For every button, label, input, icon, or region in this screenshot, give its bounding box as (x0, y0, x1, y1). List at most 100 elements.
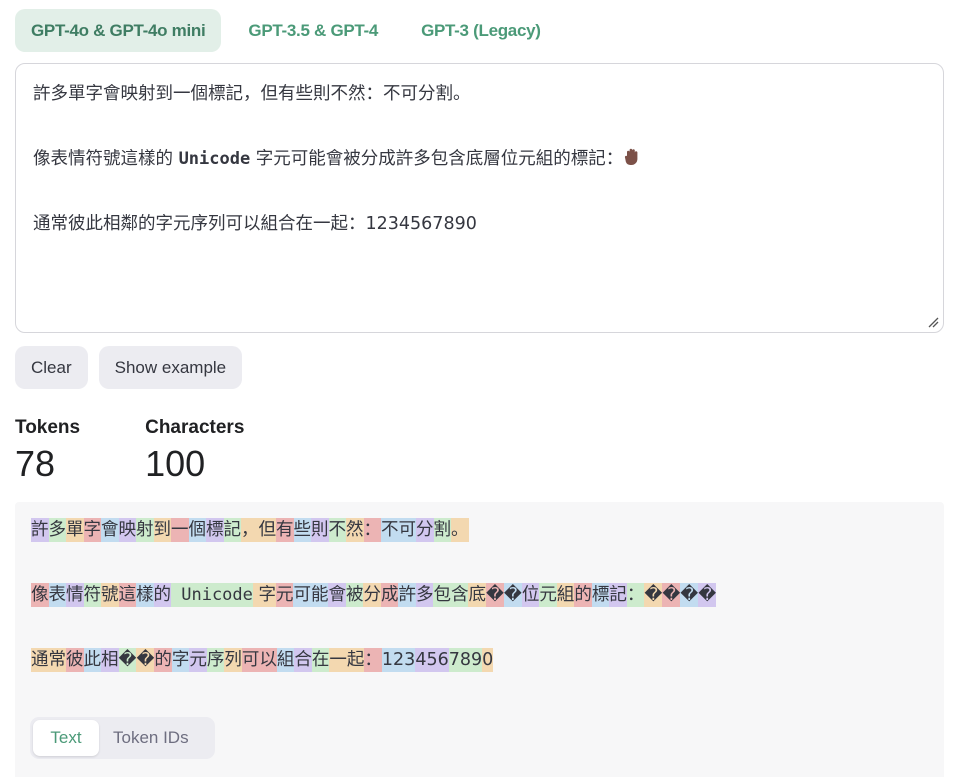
token: 的 (154, 648, 172, 672)
input-line-2: 像表情符號這樣的 Unicode 字元可能會被分成許多包含底層位元組的標記： (33, 143, 926, 176)
action-buttons: Clear Show example (15, 346, 243, 389)
token: 號 (101, 583, 119, 607)
token: 像 (31, 583, 49, 607)
input-line-1: 許多單字會映射到一個標記，但有些則不然：不可分割。 (33, 84, 471, 104)
token: 123 (381, 648, 416, 672)
token: 許 (31, 518, 49, 542)
text-input[interactable]: 許多單字會映射到一個標記，但有些則不然：不可分割。 像表情符號這樣的 Unico… (15, 63, 944, 333)
token: 到 (153, 518, 171, 542)
token: � (644, 583, 663, 607)
token: 彼 (66, 648, 84, 672)
token: 射 (136, 518, 154, 542)
tab-gpt-4o[interactable]: GPT-4o & GPT-4o mini (15, 9, 222, 52)
token: 字 (83, 518, 101, 542)
token: 映 (118, 518, 136, 542)
token: 序 (206, 648, 225, 672)
token: � (680, 583, 699, 607)
token: 記 (223, 518, 241, 542)
tokens-stat: Tokens 78 (15, 414, 80, 486)
token: 通常 (31, 648, 66, 672)
token: ： (626, 583, 645, 607)
token: 記 (609, 583, 627, 607)
token: 成 (380, 583, 399, 607)
token: 則 (311, 518, 329, 542)
token: 表 (48, 583, 66, 607)
token: 不 (328, 518, 346, 542)
view-toggle: Text Token IDs (30, 717, 215, 759)
token: � (118, 648, 137, 672)
tokenized-lines: 許多單字會映射到一個標記，但有些則不然：不可分割。像表情符號這樣的 Unicod… (31, 518, 928, 672)
input-line-2-unicode: Unicode (178, 149, 251, 169)
token: 被 (345, 583, 364, 607)
token: 列 (224, 648, 242, 672)
token: 元 (539, 583, 557, 607)
stats: Tokens 78 Characters 100 (15, 414, 309, 486)
token: 元 (189, 648, 207, 672)
token: 會 (328, 583, 346, 607)
token: 會 (101, 518, 119, 542)
token: 可能 (293, 583, 329, 607)
token: 多 (48, 518, 66, 542)
token-line: 通常彼此相 � � 的字元序列可以組合在一起： 123 456 789 0 (31, 648, 928, 672)
token: 合 (294, 648, 312, 672)
token: 標 (206, 518, 224, 542)
token: 的 (574, 583, 592, 607)
token: 組 (276, 648, 295, 672)
token: 一 (171, 518, 189, 542)
token: 底 (468, 583, 486, 607)
token: 標 (591, 583, 610, 607)
token-line: 許多單字會映射到一個標記，但有些則不然：不可分割。 (31, 518, 928, 542)
token: 個 (188, 518, 206, 542)
input-line-2-post: 字元可能會被分成許多包含底層位元組的標記： (250, 149, 624, 169)
token: 割 (433, 518, 451, 542)
token: 456 (415, 648, 449, 672)
token-line: 像表情符號這樣的 Unicode 字元可能會被分成許多包含底 � � 位元組的標記： �… (31, 583, 928, 607)
token: 字 (252, 583, 276, 607)
token: � (485, 583, 504, 607)
resize-handle-icon[interactable] (928, 317, 939, 328)
input-line-3: 通常彼此相鄰的字元序列可以組合在一起：1234567890 (33, 208, 926, 241)
token: Unicode (171, 583, 253, 607)
token: ： (363, 518, 381, 542)
tab-gpt-3-legacy[interactable]: GPT-3 (Legacy) (405, 9, 557, 52)
token: 0 (482, 648, 494, 672)
input-line-3-num: 1234567890 (365, 214, 477, 234)
raised-hand-emoji-icon (625, 148, 638, 165)
token: � (662, 583, 681, 607)
token: � (698, 583, 717, 607)
token: 許 (398, 583, 416, 607)
token: 分 (363, 583, 381, 607)
token: 些 (293, 518, 311, 542)
clear-button[interactable]: Clear (15, 346, 88, 389)
token: ，但 (241, 518, 276, 542)
token: � (503, 583, 522, 607)
model-tabs: GPT-4o & GPT-4o mini GPT-3.5 & GPT-4 GPT… (15, 9, 568, 52)
tokens-value: 78 (15, 443, 56, 484)
token: 然 (346, 518, 364, 542)
token: 情 (66, 583, 84, 607)
show-example-button[interactable]: Show example (98, 346, 243, 389)
token: 符 (83, 583, 101, 607)
token: 789 (448, 648, 483, 672)
token: 單 (66, 518, 84, 542)
token: 這 (118, 583, 136, 607)
token: 元 (275, 583, 294, 607)
toggle-token-ids[interactable]: Token IDs (99, 720, 203, 756)
input-line-3-pre: 通常彼此相鄰的字元序列可以組合在一起： (33, 214, 366, 234)
characters-stat: Characters 100 (145, 414, 244, 486)
token: 字 (171, 648, 190, 672)
token: 在 (311, 648, 330, 672)
token: 分 (416, 518, 434, 542)
token: 相 (101, 648, 119, 672)
tokens-label: Tokens (15, 417, 81, 438)
token: 多 (415, 583, 434, 607)
characters-label: Characters (145, 417, 245, 438)
token: 可以 (241, 648, 277, 672)
toggle-text[interactable]: Text (33, 720, 99, 756)
tab-gpt-3-5-gpt-4[interactable]: GPT-3.5 & GPT-4 (232, 9, 394, 52)
token: 組 (556, 583, 575, 607)
characters-value: 100 (145, 443, 206, 484)
token: 樣 (136, 583, 154, 607)
token: 不可 (381, 518, 416, 542)
token: 。 (451, 518, 469, 542)
